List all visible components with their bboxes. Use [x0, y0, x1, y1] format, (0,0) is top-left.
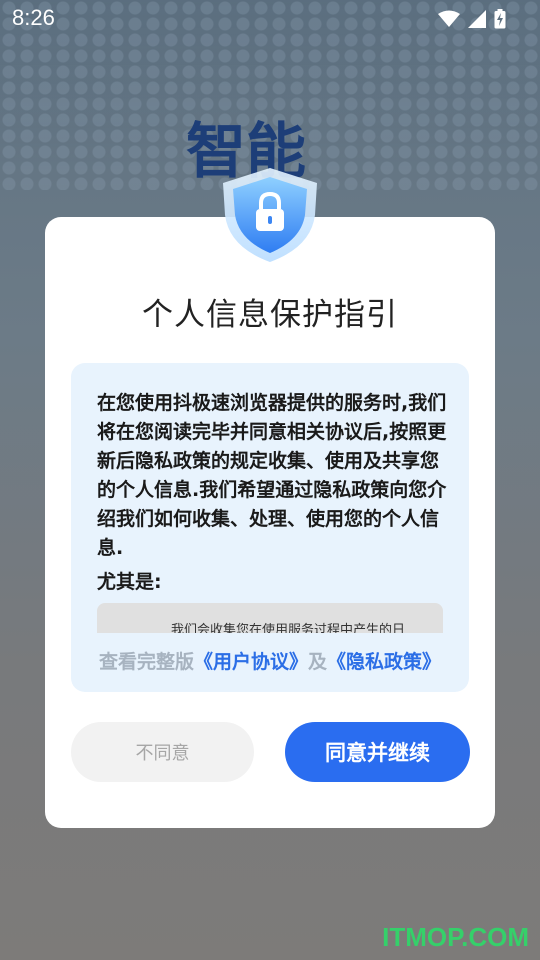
- detail-scroll-card[interactable]: 我们会收集您在使用服务过程中产生的日: [97, 603, 443, 633]
- agreement-conjunction: 及: [308, 651, 328, 673]
- dialog-title: 个人信息保护指引: [142, 297, 398, 333]
- watermark-text: ITMOP.COM: [382, 922, 529, 952]
- user-agreement-link[interactable]: 《用户协议》: [194, 651, 308, 673]
- emphasis-label: 尤其是:: [97, 571, 162, 593]
- shield-lock-icon: [223, 168, 317, 262]
- privacy-dialog: 个人信息保护指引 在您使用抖极速浏览器提供的服务时,我们将在您阅读完毕并同意相关…: [45, 217, 495, 828]
- status-icons: [438, 9, 506, 29]
- agreement-links-line: 查看完整版《用户协议》及《隐私政策》: [71, 647, 469, 674]
- agreement-prefix: 查看完整版: [98, 651, 194, 673]
- privacy-body-text: 在您使用抖极速浏览器提供的服务时,我们将在您阅读完毕并同意相关协议后,按照更新后…: [97, 392, 447, 559]
- status-time: 8:26: [12, 5, 55, 30]
- agree-continue-button[interactable]: 同意并继续: [285, 722, 470, 782]
- privacy-policy-link[interactable]: 《隐私政策》: [327, 651, 441, 673]
- disagree-button[interactable]: 不同意: [71, 722, 254, 782]
- wifi-icon: [438, 10, 460, 27]
- privacy-info-box[interactable]: 在您使用抖极速浏览器提供的服务时,我们将在您阅读完毕并同意相关协议后,按照更新后…: [71, 363, 469, 692]
- status-bar: 8:26: [0, 0, 540, 38]
- battery-icon: [494, 9, 506, 29]
- cellular-signal-icon: [468, 10, 486, 28]
- detail-scroll-text: 我们会收集您在使用服务过程中产生的日: [171, 623, 406, 633]
